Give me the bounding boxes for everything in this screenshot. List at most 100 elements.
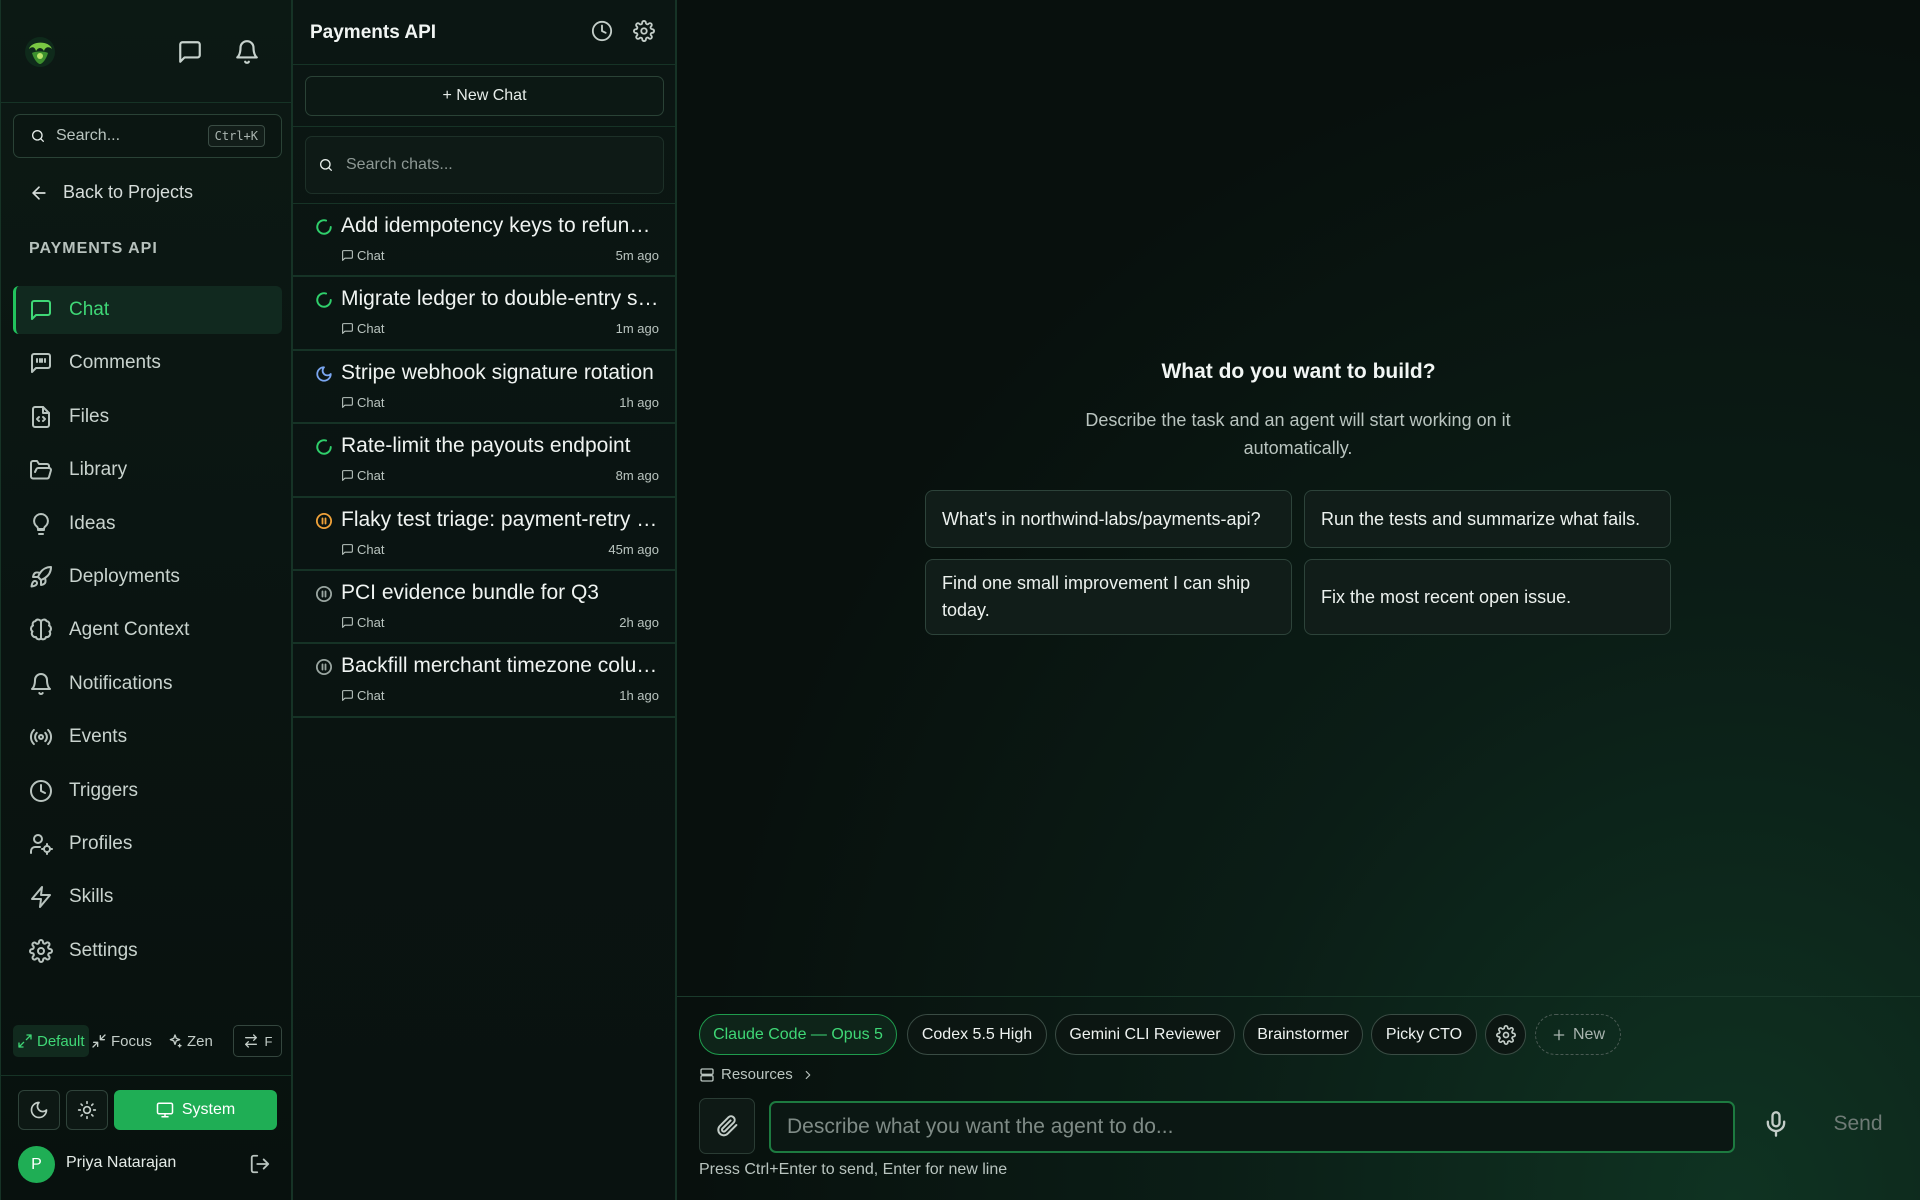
- dark-theme-button[interactable]: [18, 1090, 60, 1130]
- messages-icon[interactable]: [177, 39, 203, 65]
- sidebar-item-skills[interactable]: Skills: [13, 873, 282, 921]
- sidebar-item-settings[interactable]: Settings: [13, 927, 282, 975]
- chat-type-label: Chat: [357, 614, 385, 630]
- resources-label: Resources: [721, 1066, 793, 1083]
- chat-list-item[interactable]: Add idempotency keys to refund endpoint …: [293, 204, 675, 278]
- new-chat-button[interactable]: + New Chat: [305, 76, 664, 116]
- sidebar-item-agent-context[interactable]: Agent Context: [13, 606, 282, 654]
- suggestion-card[interactable]: Run the tests and summarize what fails.: [1304, 490, 1671, 548]
- search-icon: [320, 159, 332, 171]
- brain-icon: [30, 618, 52, 641]
- sidebar-item-label: Files: [69, 405, 110, 427]
- sidebar-item-label: Settings: [69, 939, 138, 961]
- sidebar-footer-divider: [1, 1075, 291, 1076]
- agent-chip-gemini[interactable]: Gemini CLI Reviewer: [1055, 1014, 1235, 1055]
- chat-list-item[interactable]: Stripe webhook signature rotation Chat 1…: [293, 351, 675, 425]
- user-gear-icon: [30, 833, 53, 855]
- sidebar-item-label: Notifications: [69, 672, 173, 694]
- clock-icon: [30, 779, 52, 802]
- agent-chip-picky-cto[interactable]: Picky CTO: [1371, 1014, 1477, 1055]
- chat-title: Rate-limit the payouts endpoint: [341, 434, 631, 458]
- system-theme-label: System: [181, 1101, 236, 1118]
- paused-icon: [315, 585, 333, 602]
- arrow-left-icon: [32, 185, 46, 200]
- chat-timestamp: 1m ago: [615, 321, 659, 337]
- chat-bubble-icon: [342, 396, 353, 408]
- pane-divider: [293, 126, 675, 127]
- sidebar-item-library[interactable]: Library: [13, 446, 282, 494]
- running-spinner-icon: [316, 292, 332, 309]
- layout-swap-button[interactable]: F: [233, 1025, 282, 1057]
- user-name: Priya Natarajan: [66, 1154, 177, 1171]
- chat-title: Flaky test triage: payment-retry suite: [341, 507, 661, 531]
- agent-chip-codex[interactable]: Codex 5.5 High: [907, 1014, 1047, 1055]
- chat-title: Migrate ledger to double-entry schema: [341, 287, 661, 311]
- sidebar-item-label: Chat: [69, 299, 110, 320]
- send-button[interactable]: Send: [1818, 1098, 1898, 1150]
- sidebar-item-notifications[interactable]: Notifications: [13, 660, 282, 708]
- moon-icon: [30, 1101, 48, 1119]
- sidebar-item-label: Agent Context: [69, 619, 190, 641]
- suggestion-card[interactable]: Fix the most recent open issue.: [1304, 559, 1671, 635]
- chat-type: Chat: [341, 542, 384, 557]
- sidebar-item-chat[interactable]: Chat: [13, 286, 282, 334]
- suggestion-card[interactable]: Find one small improvement I can ship to…: [925, 559, 1292, 635]
- mode-focus-button[interactable]: Focus: [87, 1025, 156, 1057]
- prompt-input[interactable]: [769, 1101, 1735, 1153]
- sidebar-item-triggers[interactable]: Triggers: [13, 767, 282, 815]
- sidebar-item-files[interactable]: Files: [13, 393, 282, 441]
- new-agent-button[interactable]: New: [1535, 1014, 1621, 1055]
- chat-list-item[interactable]: PCI evidence bundle for Q3 Chat 2h ago: [293, 571, 675, 645]
- pane-header-divider: [293, 64, 675, 65]
- expand-icon: [18, 1034, 32, 1048]
- mode-default-button[interactable]: Default: [13, 1025, 89, 1057]
- avatar[interactable]: P: [18, 1146, 55, 1183]
- chat-timestamp: 1h ago: [619, 688, 659, 704]
- history-clock-icon[interactable]: [591, 20, 613, 42]
- project-title: Payments API: [310, 22, 437, 43]
- app-logo[interactable]: [23, 35, 57, 69]
- back-to-projects-link[interactable]: Back to Projects: [29, 182, 193, 203]
- agent-settings-button[interactable]: [1485, 1014, 1526, 1055]
- lightbulb-icon: [33, 512, 49, 535]
- bell-icon[interactable]: [234, 39, 260, 65]
- folder-open-icon: [30, 460, 52, 480]
- bell-icon: [31, 672, 51, 695]
- mode-focus-label: Focus: [111, 1032, 152, 1050]
- system-theme-button[interactable]: System: [114, 1090, 277, 1130]
- mode-zen-label: Zen: [187, 1032, 213, 1050]
- chat-timestamp: 45m ago: [608, 541, 659, 557]
- agent-chip-claude-code[interactable]: Claude Code — Opus 5: [699, 1014, 897, 1055]
- layout-mode-bar: Default Focus Zen F: [13, 1025, 282, 1057]
- sidebar-item-profiles[interactable]: Profiles: [13, 820, 282, 868]
- chat-type: Chat: [341, 615, 384, 630]
- mode-default-label: Default: [37, 1032, 85, 1050]
- gear-icon[interactable]: [633, 20, 655, 42]
- sidebar-item-ideas[interactable]: Ideas: [13, 500, 282, 548]
- search-icon: [32, 130, 44, 142]
- logout-icon[interactable]: [249, 1153, 271, 1175]
- chat-list-item[interactable]: Rate-limit the payouts endpoint Chat 8m …: [293, 424, 675, 498]
- sidebar-item-deployments[interactable]: Deployments: [13, 553, 282, 601]
- chat-type-label: Chat: [357, 688, 385, 704]
- chat-search-input[interactable]: Search chats...: [305, 136, 664, 194]
- resources-toggle[interactable]: Resources: [699, 1066, 815, 1083]
- suggestion-card[interactable]: What's in northwind-labs/payments-api?: [925, 490, 1292, 548]
- attach-button[interactable]: [699, 1098, 755, 1154]
- file-code-icon: [32, 405, 50, 428]
- microphone-icon[interactable]: [1762, 1110, 1790, 1138]
- chat-title: Stripe webhook signature rotation: [341, 360, 654, 384]
- chat-list-item[interactable]: Migrate ledger to double-entry schema Ch…: [293, 277, 675, 351]
- global-search-input[interactable]: Search... Ctrl+K: [13, 114, 282, 158]
- chat-timestamp: 1h ago: [619, 394, 659, 410]
- light-theme-button[interactable]: [66, 1090, 108, 1130]
- agent-chip-brainstormer[interactable]: Brainstormer: [1243, 1014, 1363, 1055]
- sidebar-item-events[interactable]: Events: [13, 713, 282, 761]
- mode-zen-button[interactable]: Zen: [163, 1025, 217, 1057]
- chat-list-item[interactable]: Flaky test triage: payment-retry suite C…: [293, 498, 675, 571]
- chat-title: Add idempotency keys to refund endpoint: [341, 214, 661, 237]
- chat-bubble-icon: [342, 323, 353, 335]
- sidebar-item-comments[interactable]: Comments: [13, 339, 282, 387]
- sidebar-item-label: Library: [69, 459, 128, 481]
- chat-list-item[interactable]: Backfill merchant timezone column Chat 1…: [293, 644, 675, 718]
